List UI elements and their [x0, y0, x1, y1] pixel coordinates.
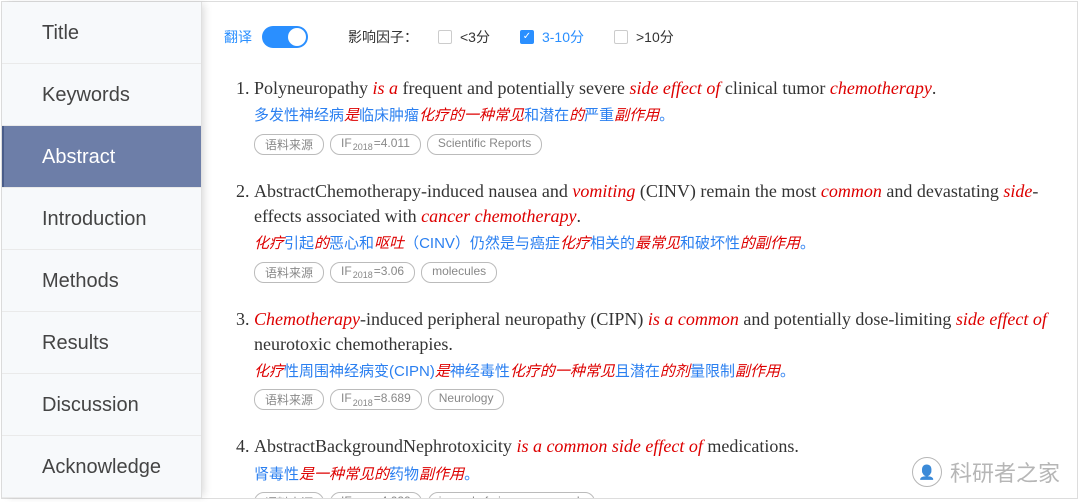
journal-tag[interactable]: journal of ginseng research [428, 492, 595, 498]
tag-row: 语料来源 IF2018=8.689 Neurology [254, 389, 1055, 410]
english-sentence: Chemotherapy-induced peripheral neuropat… [254, 307, 1055, 357]
sidebar: Title Keywords Abstract Introduction Met… [2, 2, 202, 498]
sidebar-item-keywords[interactable]: Keywords [2, 64, 201, 126]
journal-tag[interactable]: Scientific Reports [427, 134, 542, 155]
source-tag[interactable]: 语料来源 [254, 389, 324, 410]
filter-3to10[interactable]: ✓ 3-10分 [520, 27, 584, 47]
result-item: Polyneuropathy is a frequent and potenti… [254, 76, 1055, 155]
checkbox-icon [438, 30, 452, 44]
user-icon: 👤 [912, 457, 942, 487]
filter-gt10[interactable]: >10分 [614, 27, 674, 47]
watermark-text: 科研者之家 [950, 456, 1060, 488]
translate-toggle[interactable] [262, 26, 308, 48]
translate-label: 翻译 [224, 27, 252, 47]
tag-row: 语料来源 IF2018=4.011 Scientific Reports [254, 134, 1055, 155]
journal-tag[interactable]: molecules [421, 262, 497, 283]
results-list: Polyneuropathy is a frequent and potenti… [224, 76, 1055, 498]
checkbox-icon [614, 30, 628, 44]
chinese-translation: 多发性神经病是临床肿瘤化疗的一种常见和潜在的严重副作用。 [254, 105, 1055, 128]
impact-factor-tag[interactable]: IF2018=8.689 [330, 389, 422, 410]
watermark: 👤 科研者之家 [912, 456, 1060, 488]
result-item: Chemotherapy-induced peripheral neuropat… [254, 307, 1055, 411]
journal-tag[interactable]: Neurology [428, 389, 505, 410]
source-tag[interactable]: 语料来源 [254, 492, 324, 498]
chinese-translation: 化疗性周围神经病变(CIPN)是神经毒性化疗的一种常见且潜在的剂量限制副作用。 [254, 361, 1055, 384]
impact-factor-tag[interactable]: IF2018=4.011 [330, 134, 421, 155]
source-tag[interactable]: 语料来源 [254, 134, 324, 155]
source-tag[interactable]: 语料来源 [254, 262, 324, 283]
sidebar-item-abstract[interactable]: Abstract [2, 126, 201, 188]
sidebar-item-methods[interactable]: Methods [2, 250, 201, 312]
tag-row: 语料来源 IF2018=3.06 molecules [254, 262, 1055, 283]
impact-factor-tag[interactable]: IF2018=3.06 [330, 262, 415, 283]
checkbox-icon: ✓ [520, 30, 534, 44]
sidebar-item-introduction[interactable]: Introduction [2, 188, 201, 250]
sidebar-item-title[interactable]: Title [2, 2, 201, 64]
chinese-translation: 化疗引起的恶心和呕吐（CINV）仍然是与癌症化疗相关的最常见和破坏性的副作用。 [254, 233, 1055, 256]
english-sentence: AbstractChemotherapy-induced nausea and … [254, 179, 1055, 229]
filter-label: >10分 [636, 27, 674, 47]
sidebar-item-results[interactable]: Results [2, 312, 201, 374]
sidebar-item-discussion[interactable]: Discussion [2, 374, 201, 436]
impact-factor-label: 影响因子： [348, 27, 418, 47]
filter-label: <3分 [460, 27, 490, 47]
english-sentence: Polyneuropathy is a frequent and potenti… [254, 76, 1055, 101]
content-area: 翻译 影响因子： <3分 ✓ 3-10分 >10分 Polyneuropathy… [202, 2, 1077, 498]
sidebar-item-acknowledge[interactable]: Acknowledge [2, 436, 201, 498]
filter-lt3[interactable]: <3分 [438, 27, 490, 47]
filter-bar: 翻译 影响因子： <3分 ✓ 3-10分 >10分 [224, 12, 1055, 62]
result-item: AbstractChemotherapy-induced nausea and … [254, 179, 1055, 283]
impact-factor-tag[interactable]: IF2018=4.029 [330, 492, 422, 498]
filter-label: 3-10分 [542, 27, 584, 47]
tag-row: 语料来源 IF2018=4.029 journal of ginseng resea… [254, 492, 1055, 498]
